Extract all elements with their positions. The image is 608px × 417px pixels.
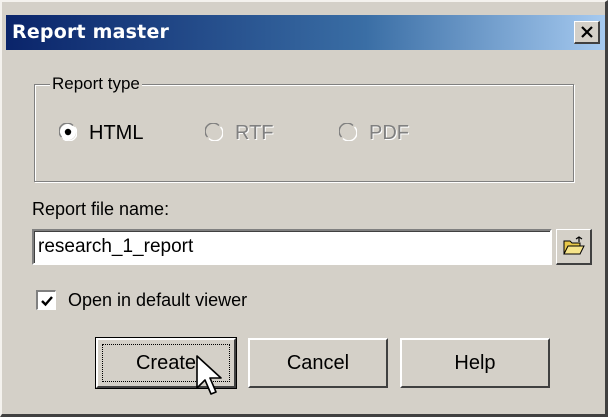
radio-unselected-icon	[339, 123, 357, 141]
radio-selected-icon	[59, 123, 77, 141]
help-button[interactable]: Help	[400, 338, 550, 388]
report-type-label: Report type	[50, 73, 142, 95]
checkmark-icon	[41, 296, 53, 307]
title-bar[interactable]: Report master	[6, 15, 605, 50]
radio-html-label: HTML	[89, 122, 144, 144]
file-name-label: Report file name:	[32, 199, 170, 219]
file-name-input[interactable]	[32, 229, 552, 265]
cancel-button[interactable]: Cancel	[248, 338, 388, 388]
close-icon	[581, 26, 593, 38]
radio-unselected-icon	[205, 123, 223, 141]
browse-button[interactable]	[556, 229, 592, 265]
window-title: Report master	[12, 21, 170, 43]
checkbox-box[interactable]	[36, 290, 56, 310]
radio-pdf-label: PDF	[369, 122, 409, 144]
folder-open-icon	[563, 236, 585, 255]
report-type-group: Report type HTML RTF PDF	[34, 73, 574, 182]
open-viewer-label: Open in default viewer	[68, 290, 248, 310]
mouse-pointer-icon	[196, 355, 222, 395]
close-button[interactable]	[574, 21, 600, 44]
radio-rtf-label: RTF	[235, 122, 274, 144]
report-master-dialog: Report master Report type HTML RTF PDF R…	[0, 0, 608, 417]
